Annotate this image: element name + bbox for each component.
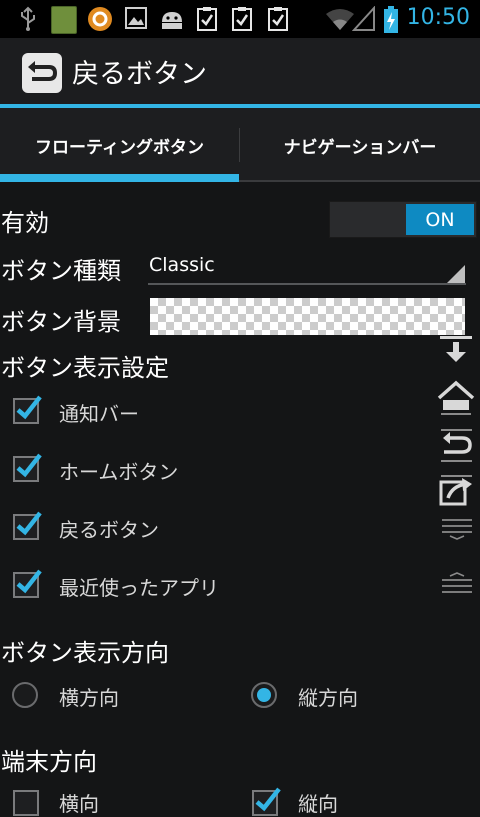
- back-arrow-icon: [441, 429, 472, 462]
- orientation-landscape-checkbox[interactable]: [13, 790, 39, 816]
- device-orientation-label: 端末方向: [1, 748, 97, 776]
- checkmark-icon: [16, 569, 42, 594]
- spinner-underline: [148, 283, 466, 285]
- drag-handle-icon[interactable]: [440, 516, 474, 540]
- clipboard-check-icon: [268, 7, 288, 31]
- back-button[interactable]: [22, 53, 62, 93]
- android-icon: [162, 12, 182, 29]
- recent-apps-label: 最近使ったアプリ: [59, 576, 219, 600]
- orientation-portrait-checkbox[interactable]: [252, 787, 281, 816]
- signal-icon: [352, 6, 375, 31]
- direction-label: ボタン表示方向: [1, 639, 169, 667]
- battery-charging-icon: [384, 6, 398, 33]
- checkmark-icon: [255, 787, 281, 812]
- checkmark-icon: [16, 511, 42, 536]
- usb-icon: [21, 6, 35, 31]
- direction-vertical-radio[interactable]: [251, 682, 277, 708]
- direction-vertical-label: 縦方向: [298, 686, 358, 710]
- display-settings-label: ボタン表示設定: [1, 354, 169, 382]
- recent-apps-checkbox[interactable]: [13, 569, 42, 598]
- tab-selected-indicator: [0, 174, 239, 182]
- button-type-label: ボタン種類: [1, 257, 121, 285]
- app-orange-icon: [88, 7, 112, 31]
- image-icon: [125, 7, 147, 29]
- home-icon: [437, 380, 475, 415]
- back-button-checkbox[interactable]: [13, 511, 42, 540]
- tab-floating-button[interactable]: フローティングボタン: [0, 108, 239, 182]
- notification-pull-icon: [440, 336, 472, 362]
- button-type-spinner[interactable]: Classic: [148, 248, 468, 286]
- button-type-value: Classic: [149, 254, 215, 276]
- tab-label: フローティングボタン: [35, 137, 204, 158]
- home-button-label: ホームボタン: [59, 460, 179, 484]
- back-button-label: 戻るボタン: [59, 518, 159, 542]
- enabled-label: 有効: [1, 209, 49, 237]
- orientation-landscape-label: 横向: [59, 792, 99, 816]
- button-bg-label: ボタン背景: [1, 308, 121, 336]
- direction-horizontal-radio[interactable]: [12, 682, 38, 708]
- spinner-corner-icon: [447, 265, 465, 283]
- direction-horizontal-label: 横方向: [59, 686, 119, 710]
- tab-label: ナビゲーションバー: [283, 137, 437, 158]
- page-title: 戻るボタン: [72, 59, 207, 90]
- tab-navigation-bar[interactable]: ナビゲーションバー: [240, 108, 480, 182]
- clipboard-check-icon: [232, 7, 252, 31]
- button-bg-swatch[interactable]: [150, 298, 465, 335]
- undo-icon: [28, 61, 58, 81]
- action-bar: 戻るボタン: [0, 38, 480, 104]
- clock: 10:50: [406, 5, 470, 30]
- notification-bar-checkbox[interactable]: [13, 395, 42, 424]
- radio-selected-dot: [257, 688, 271, 702]
- toggle-on-thumb: ON: [406, 204, 474, 235]
- enabled-toggle[interactable]: ON: [329, 201, 477, 238]
- app-green-icon: [51, 6, 77, 34]
- clipboard-check-icon: [197, 7, 217, 31]
- status-bar: 10:50: [0, 0, 480, 38]
- notification-bar-label: 通知バー: [59, 402, 139, 426]
- tab-bar: フローティングボタン ナビゲーションバー: [0, 108, 480, 182]
- checkmark-icon: [16, 453, 42, 478]
- recent-apps-icon: [439, 475, 472, 506]
- home-button-checkbox[interactable]: [13, 453, 42, 482]
- orientation-portrait-label: 縦向: [298, 792, 338, 816]
- checkmark-icon: [16, 395, 42, 420]
- drag-handle-icon[interactable]: [440, 572, 474, 598]
